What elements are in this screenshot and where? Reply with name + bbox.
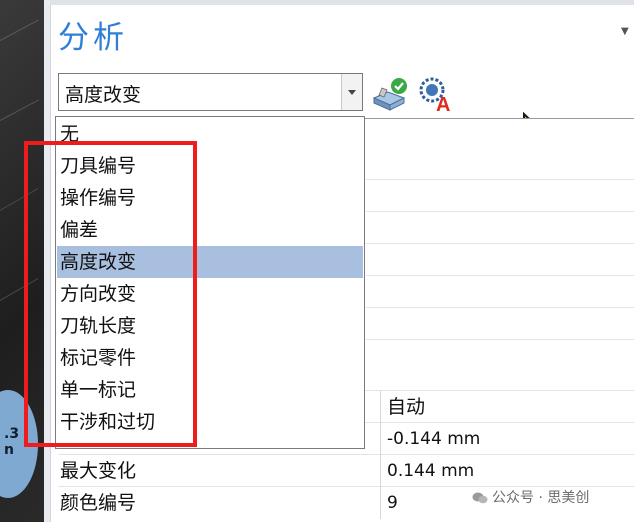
apply-analysis-icon[interactable] <box>370 74 410 114</box>
dropdown-option[interactable]: 刀具编号 <box>57 150 363 182</box>
property-row[interactable]: 最大变化 0.144 mm <box>58 454 634 487</box>
dropdown-option[interactable]: 无 <box>57 118 363 150</box>
watermark: 公众号 · 思美创 <box>472 487 589 507</box>
property-value[interactable]: 0.144 mm <box>387 455 634 487</box>
panel-title: 分析 <box>58 20 128 56</box>
panel-splitter[interactable] <box>44 0 51 522</box>
dropdown-option[interactable]: 偏差 <box>57 214 363 246</box>
model-edge <box>0 278 39 301</box>
property-value[interactable]: 自动 <box>387 391 634 423</box>
svg-text:A: A <box>436 94 450 114</box>
wechat-icon <box>472 492 488 504</box>
dropdown-option[interactable]: 干涉和过切 <box>57 406 363 438</box>
model-edge <box>0 188 39 211</box>
property-name: 最大变化 <box>58 455 381 487</box>
model-edge <box>0 19 40 41</box>
model-edge <box>0 99 40 121</box>
color-legend-icon[interactable]: A <box>415 74 455 114</box>
collapse-arrow-icon[interactable]: ▼ <box>621 26 629 37</box>
dropdown-option[interactable]: 方向改变 <box>57 278 363 310</box>
dropdown-arrow-icon[interactable] <box>341 74 362 110</box>
dropdown-option[interactable]: 标记零件 <box>57 342 363 374</box>
panel-header-strip <box>50 0 634 5</box>
watermark-text: 公众号 · 思美创 <box>492 490 590 506</box>
combobox-value: 高度改变 <box>65 84 142 106</box>
property-name: 颜色编号 <box>58 487 381 519</box>
dropdown-option[interactable]: 刀轨长度 <box>57 310 363 342</box>
property-value[interactable]: -0.144 mm <box>387 423 634 455</box>
dropdown-option[interactable]: 高度改变 <box>57 246 363 278</box>
dropdown-option[interactable]: 操作编号 <box>57 182 363 214</box>
dropdown-option[interactable]: 单一标记 <box>57 374 363 406</box>
analysis-type-combobox[interactable]: 高度改变 <box>58 73 363 111</box>
analysis-type-dropdown-list[interactable]: 无刀具编号 操作编号 偏差 高度改变 方向改变 刀轨长度 标记零件 单一标记 干涉和过切 <box>55 116 365 449</box>
view-badge-label: .3 n <box>4 426 20 458</box>
